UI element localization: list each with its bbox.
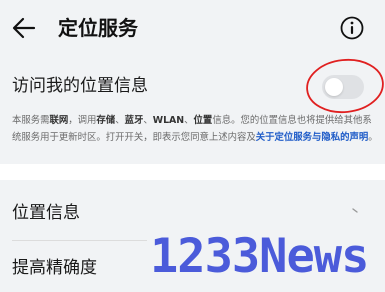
- row-divider: [12, 240, 147, 241]
- section-gap: [0, 164, 385, 180]
- page-title: 定位服务: [58, 16, 138, 40]
- service-description: 本服务需联网，调用存储、蓝牙、WLAN、位置信息。您的位置信息也将提供给其他系统…: [12, 115, 378, 143]
- toggle-knob: [325, 78, 343, 96]
- chevron-icon: [352, 202, 362, 213]
- back-button[interactable]: [8, 12, 40, 44]
- privacy-statement-link[interactable]: 关于定位服务与隐私的声明: [256, 132, 369, 143]
- info-button[interactable]: [338, 14, 366, 42]
- info-circle-icon: [340, 16, 364, 40]
- arrow-left-icon: [12, 17, 36, 39]
- location-access-toggle[interactable]: [322, 75, 364, 99]
- location-access-label: 访问我的位置信息: [12, 76, 148, 96]
- location-access-card: [0, 58, 385, 164]
- list-item-improve-accuracy[interactable]: 提高精确度: [12, 257, 97, 279]
- watermark-logo: 1233News: [150, 229, 369, 284]
- list-item-location-info[interactable]: 位置信息: [12, 202, 80, 224]
